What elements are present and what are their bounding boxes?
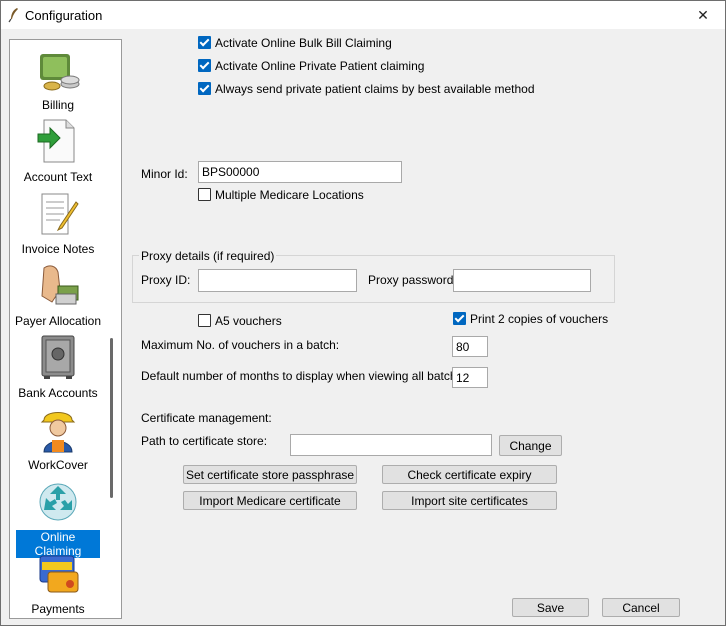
max-vouchers-input[interactable] <box>452 336 488 357</box>
minor-id-input[interactable] <box>198 161 402 183</box>
sidebar-item-label: Billing <box>41 98 74 112</box>
multiple-locations-checkbox[interactable]: Multiple Medicare Locations <box>198 187 364 202</box>
save-button[interactable]: Save <box>512 598 589 617</box>
minor-id-label: Minor Id: <box>141 167 188 181</box>
default-months-input[interactable] <box>452 367 488 388</box>
import-site-button[interactable]: Import site certificates <box>382 491 557 510</box>
proxy-id-input[interactable] <box>198 269 357 292</box>
print-two-copies-label: Print 2 copies of vouchers <box>470 311 609 326</box>
safe-icon <box>41 335 75 379</box>
document-arrow-icon <box>37 119 75 163</box>
check-expiry-button[interactable]: Check certificate expiry <box>382 465 557 484</box>
close-icon[interactable]: ✕ <box>681 1 725 29</box>
sidebar-item-invoice-notes[interactable]: Invoice Notes <box>10 184 106 256</box>
money-stack-icon <box>40 54 80 91</box>
checkbox-box[interactable] <box>198 59 211 72</box>
certificate-path-input[interactable] <box>290 434 492 456</box>
certificate-heading: Certificate management: <box>141 411 272 425</box>
checkbox-box[interactable] <box>453 312 466 325</box>
proxy-password-input[interactable] <box>453 269 591 292</box>
sidebar-item-billing[interactable]: Billing <box>10 40 106 112</box>
sidebar-item-label: Invoice Notes <box>21 242 95 256</box>
multiple-locations-label: Multiple Medicare Locations <box>215 187 364 202</box>
proxy-id-label: Proxy ID: <box>141 273 191 287</box>
sidebar-item-label: Account Text <box>23 170 93 184</box>
cancel-button[interactable]: Cancel <box>602 598 680 617</box>
sidebar-item-bank-accounts[interactable]: Bank Accounts <box>10 328 106 400</box>
hand-cash-icon <box>41 265 79 305</box>
hardhat-worker-icon <box>40 412 76 453</box>
title-bar: Configuration ✕ <box>1 1 725 29</box>
set-passphrase-button[interactable]: Set certificate store passphrase <box>183 465 357 484</box>
sidebar-item-label: WorkCover <box>28 458 88 472</box>
best-method-checkbox[interactable]: Always send private patient claims by be… <box>198 81 535 96</box>
a5-vouchers-label: A5 vouchers <box>215 313 282 328</box>
bulk-bill-checkbox[interactable]: Activate Online Bulk Bill Claiming <box>198 35 392 50</box>
window-title: Configuration <box>25 8 103 23</box>
credit-card-icon <box>39 555 79 593</box>
sidebar-item-payer-allocation[interactable]: Payer Allocation <box>10 256 106 328</box>
sidebar-item-account-text[interactable]: Account Text <box>10 112 106 184</box>
checkbox-box[interactable] <box>198 36 211 49</box>
sidebar-scrollbar[interactable] <box>110 338 113 498</box>
checkbox-box[interactable] <box>198 314 211 327</box>
best-method-label: Always send private patient claims by be… <box>215 81 535 96</box>
feather-icon <box>8 8 18 23</box>
certificate-path-label: Path to certificate store: <box>141 434 268 448</box>
sidebar-item-online-claiming[interactable]: Online Claiming <box>10 472 106 558</box>
private-patient-checkbox[interactable]: Activate Online Private Patient claiming <box>198 58 424 73</box>
sidebar-item-label: Payer Allocation <box>14 314 102 328</box>
sidebar-item-payments[interactable]: Payments <box>10 544 106 616</box>
import-medicare-button[interactable]: Import Medicare certificate <box>183 491 357 510</box>
proxy-password-label: Proxy password: <box>368 273 457 287</box>
proxy-legend: Proxy details (if required) <box>139 249 277 263</box>
print-two-copies-checkbox[interactable]: Print 2 copies of vouchers <box>453 311 608 326</box>
recycle-arrows-icon <box>39 483 77 521</box>
max-vouchers-label: Maximum No. of vouchers in a batch: <box>141 338 340 352</box>
sidebar-item-label: Bank Accounts <box>18 386 98 400</box>
sidebar-item-label: Payments <box>31 602 85 616</box>
checkbox-box[interactable] <box>198 188 211 201</box>
bulk-bill-label: Activate Online Bulk Bill Claiming <box>215 35 392 50</box>
default-months-label: Default number of months to display when… <box>141 369 473 383</box>
private-patient-label: Activate Online Private Patient claiming <box>215 58 425 73</box>
sidebar-item-workcover[interactable]: WorkCover <box>10 400 106 472</box>
notepad-pencil-icon <box>41 193 79 235</box>
a5-vouchers-checkbox[interactable]: A5 vouchers <box>198 313 282 328</box>
checkbox-box[interactable] <box>198 82 211 95</box>
sidebar: Billing Account Text Invoice Notes Payer… <box>9 39 122 619</box>
change-button[interactable]: Change <box>499 435 562 456</box>
configuration-window: Configuration ✕ Billing Account Text Inv… <box>0 0 726 626</box>
